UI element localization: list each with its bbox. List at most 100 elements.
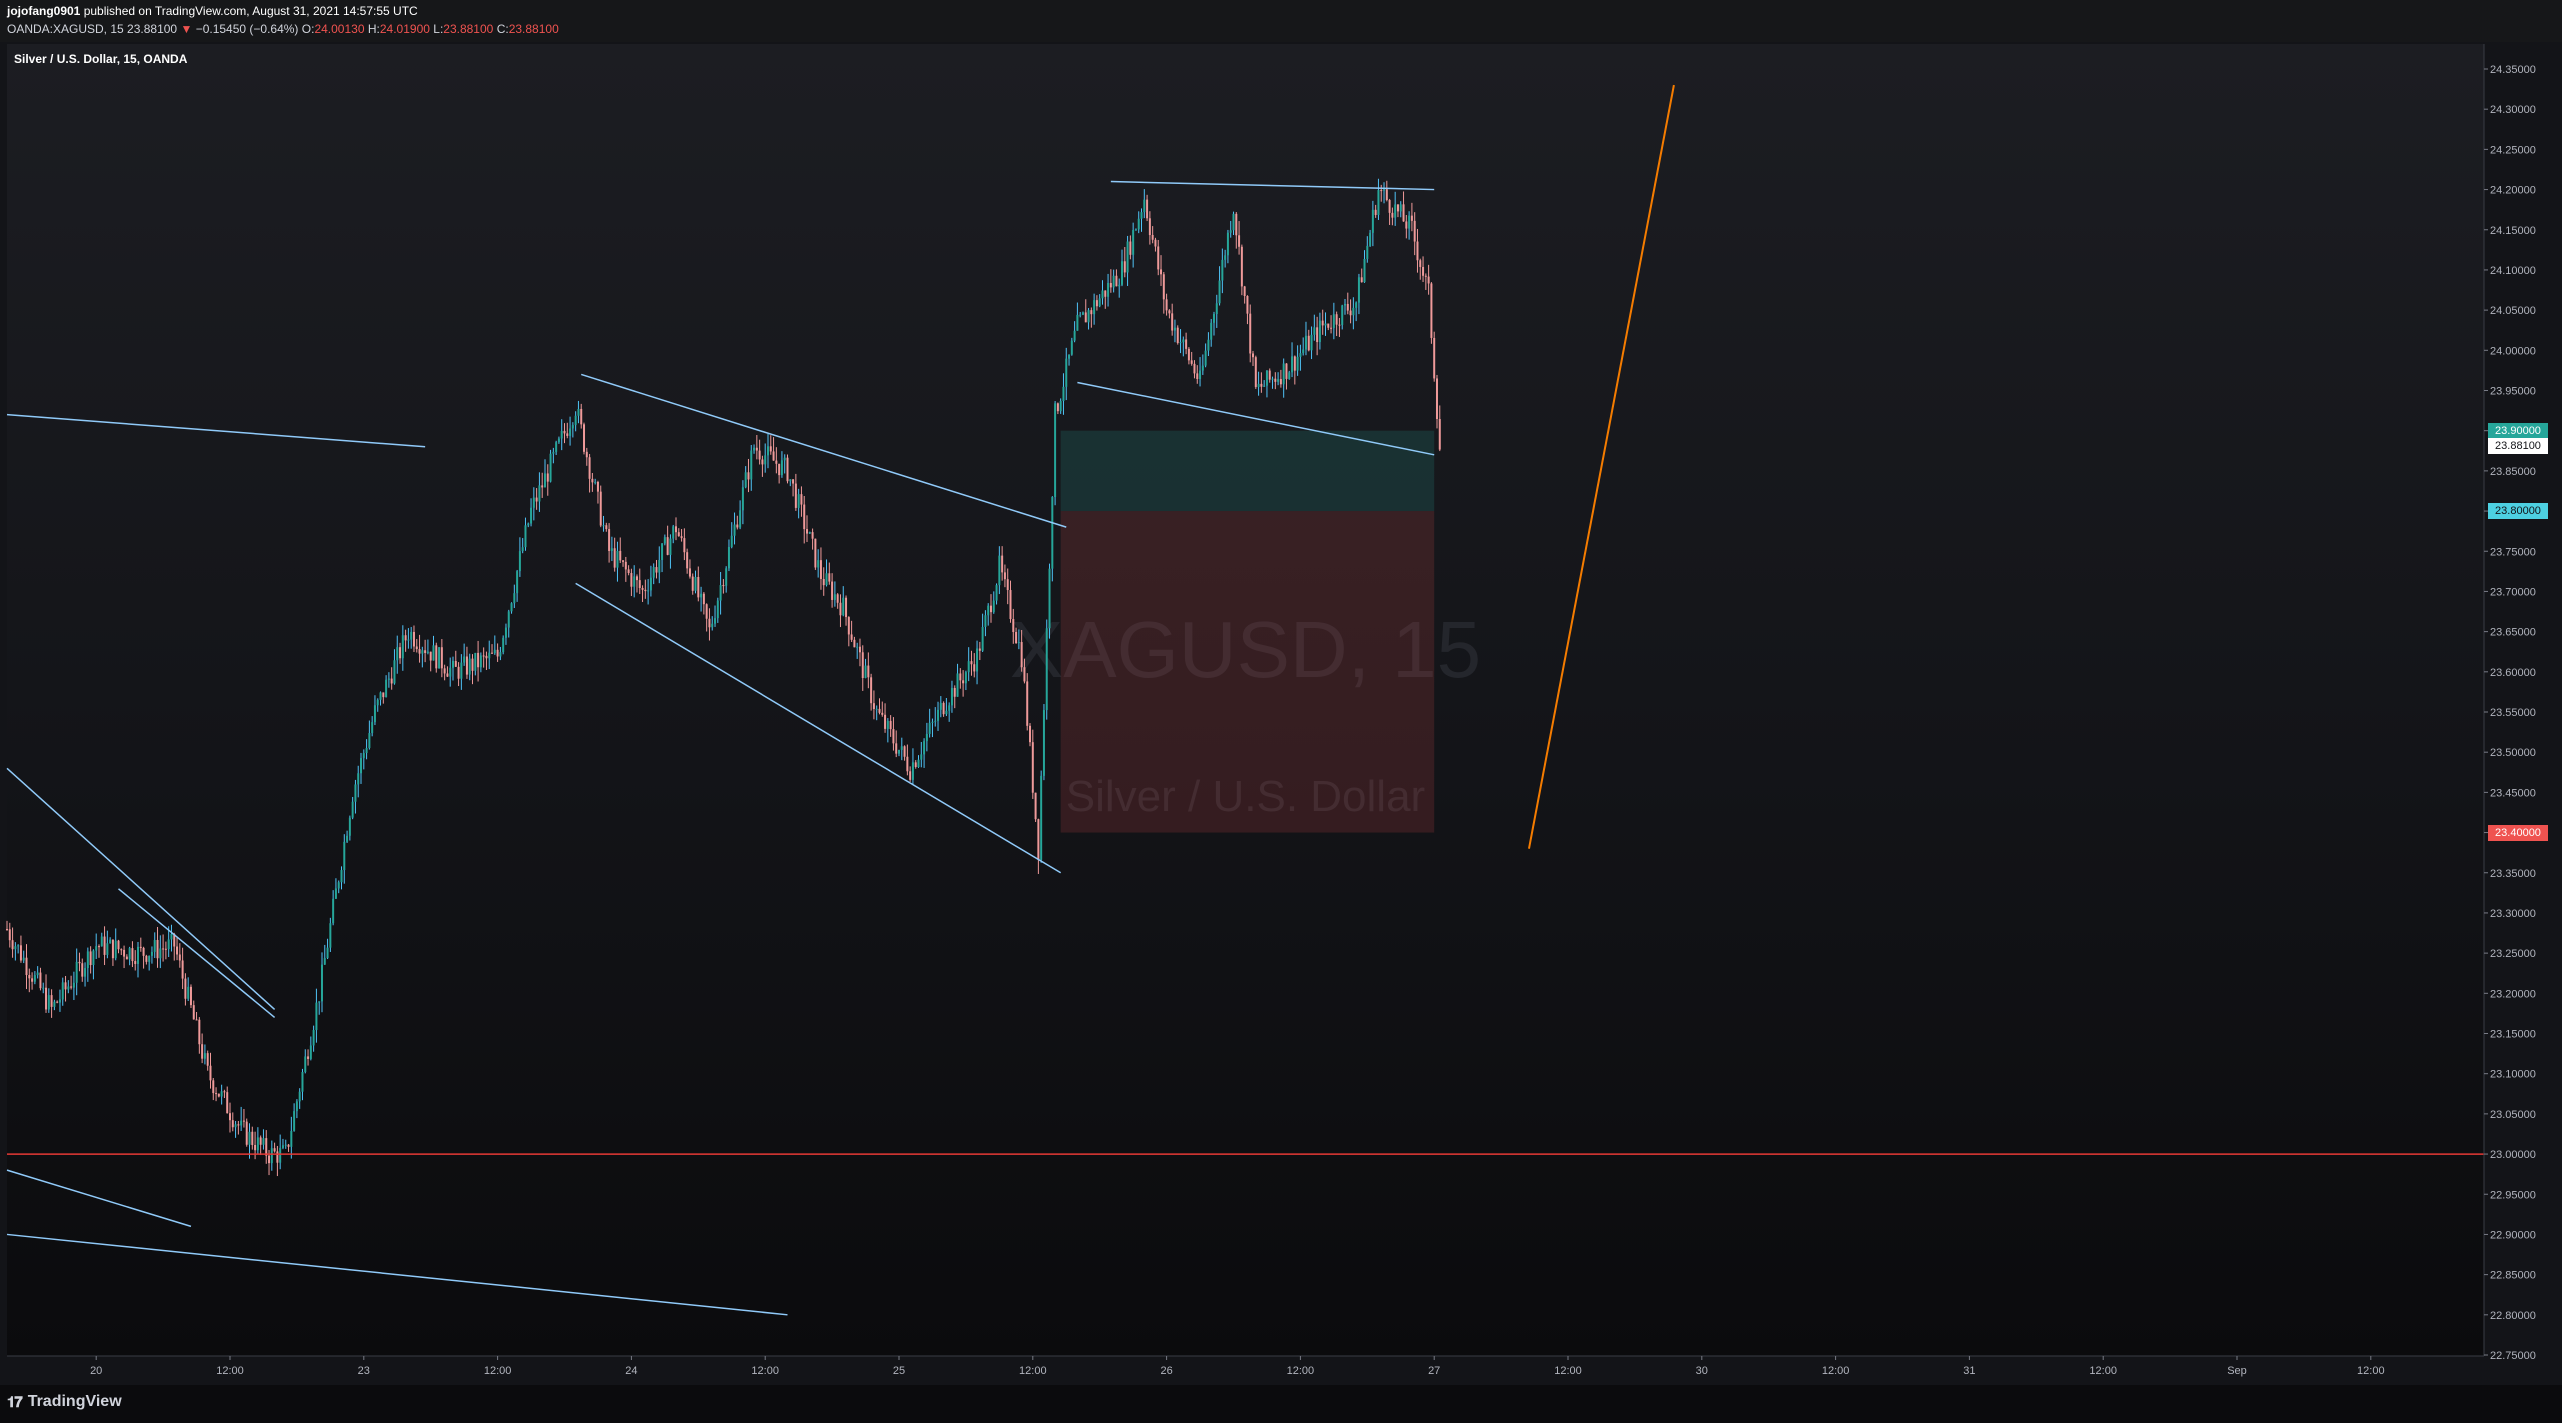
- candle-body: [334, 888, 337, 899]
- candle-body: [449, 667, 452, 677]
- candle-body: [1391, 212, 1394, 218]
- candle-body: [1045, 628, 1048, 711]
- candle-body: [373, 705, 376, 723]
- candle-body: [265, 1138, 268, 1156]
- candle-body: [39, 972, 42, 989]
- candle-body: [1199, 370, 1202, 380]
- y-tick-label: 24.25000: [2490, 144, 2536, 156]
- candle-body: [1065, 358, 1068, 387]
- candle-body: [1257, 383, 1260, 388]
- candle-body: [1040, 775, 1043, 860]
- tradingview-logo[interactable]: 𝟏𝟕 TradingView: [7, 1393, 122, 1411]
- x-tick-label: 12:00: [751, 1365, 779, 1377]
- candle-body: [1073, 330, 1076, 341]
- candle-body: [1179, 342, 1182, 344]
- candle-body: [181, 960, 184, 979]
- candle-body: [541, 485, 544, 488]
- candle-body: [493, 649, 496, 654]
- candle-body: [1254, 357, 1257, 388]
- candle-body: [884, 714, 887, 729]
- candle-body: [195, 1019, 198, 1021]
- candle-body: [739, 510, 742, 528]
- x-tick-label: 20: [90, 1365, 102, 1377]
- candle-body: [1424, 275, 1427, 277]
- candle-body: [978, 648, 981, 651]
- candle-body: [1017, 642, 1020, 644]
- candle-body: [78, 961, 81, 964]
- candle-body: [170, 933, 173, 940]
- candle-body: [421, 650, 424, 654]
- candle-body: [482, 655, 485, 657]
- candle-body: [861, 652, 864, 678]
- candle-body: [1385, 189, 1388, 201]
- candle-body: [1285, 363, 1288, 379]
- trendline: [6, 1169, 192, 1228]
- candle-body: [1084, 312, 1087, 323]
- candle-body: [1260, 383, 1263, 387]
- candle-body: [426, 651, 429, 653]
- candle-body: [1433, 337, 1436, 379]
- candle-body: [86, 951, 89, 969]
- x-tick-label: 26: [1160, 1365, 1172, 1377]
- candle-body: [1134, 229, 1137, 231]
- candle-body: [1029, 725, 1032, 743]
- candle-body: [125, 956, 128, 960]
- candle-body: [920, 754, 923, 760]
- candle-body: [987, 605, 990, 616]
- candle-body: [309, 1045, 312, 1059]
- stop-zone: [1060, 511, 1435, 833]
- candle-body: [1059, 400, 1062, 412]
- candle-body: [881, 712, 884, 715]
- series-legend[interactable]: Silver / U.S. Dollar, 15, OANDA: [14, 52, 187, 66]
- candle-body: [109, 939, 112, 944]
- candle-body: [229, 1113, 231, 1121]
- candle-body: [1243, 286, 1246, 296]
- y-tick-label: 23.00000: [2490, 1149, 2536, 1161]
- candle-body: [803, 504, 806, 530]
- candle-body: [552, 451, 555, 454]
- candle-body: [635, 576, 638, 581]
- candle-body: [563, 430, 566, 434]
- candle-body: [242, 1120, 245, 1122]
- candle-body: [19, 945, 22, 961]
- candle-body: [1349, 310, 1352, 316]
- candle-body: [103, 936, 106, 955]
- candle-body: [769, 446, 772, 452]
- candle-body: [911, 762, 914, 780]
- candle-body: [1371, 209, 1374, 233]
- y-tick-label: 23.20000: [2490, 988, 2536, 1000]
- candle-body: [711, 623, 714, 628]
- candle-body: [1427, 276, 1430, 284]
- candle-body: [641, 587, 644, 590]
- y-tick-label: 23.15000: [2490, 1029, 2536, 1041]
- candle-body: [719, 585, 722, 601]
- trendline: [575, 582, 1062, 874]
- candle-body: [1221, 259, 1224, 281]
- candle-body: [1304, 335, 1307, 350]
- candle-body: [786, 457, 789, 482]
- candle-body: [1023, 667, 1026, 682]
- candle-body: [680, 536, 683, 539]
- candle-body: [569, 428, 572, 436]
- candle-body: [454, 660, 457, 667]
- candle-body: [337, 882, 340, 889]
- y-tick-label: 23.70000: [2490, 586, 2536, 598]
- candle-body: [764, 455, 767, 465]
- candle-body: [716, 600, 719, 619]
- candle-body: [281, 1145, 284, 1148]
- candle-body: [1335, 314, 1338, 325]
- candle-body: [1101, 290, 1104, 299]
- candle-body: [1095, 300, 1098, 307]
- candle-body: [1204, 350, 1207, 366]
- candle-body: [1302, 349, 1305, 354]
- y-tick-label: 24.30000: [2490, 104, 2536, 116]
- candle-body: [452, 660, 454, 668]
- candle-body: [658, 560, 661, 573]
- candle-body: [574, 415, 577, 426]
- candle-body: [1291, 356, 1294, 373]
- trendline: [1110, 180, 1435, 191]
- x-tick-label: 12:00: [1822, 1365, 1850, 1377]
- x-tick-label: 12:00: [484, 1365, 512, 1377]
- candle-body: [287, 1144, 290, 1147]
- candle-body: [622, 560, 625, 562]
